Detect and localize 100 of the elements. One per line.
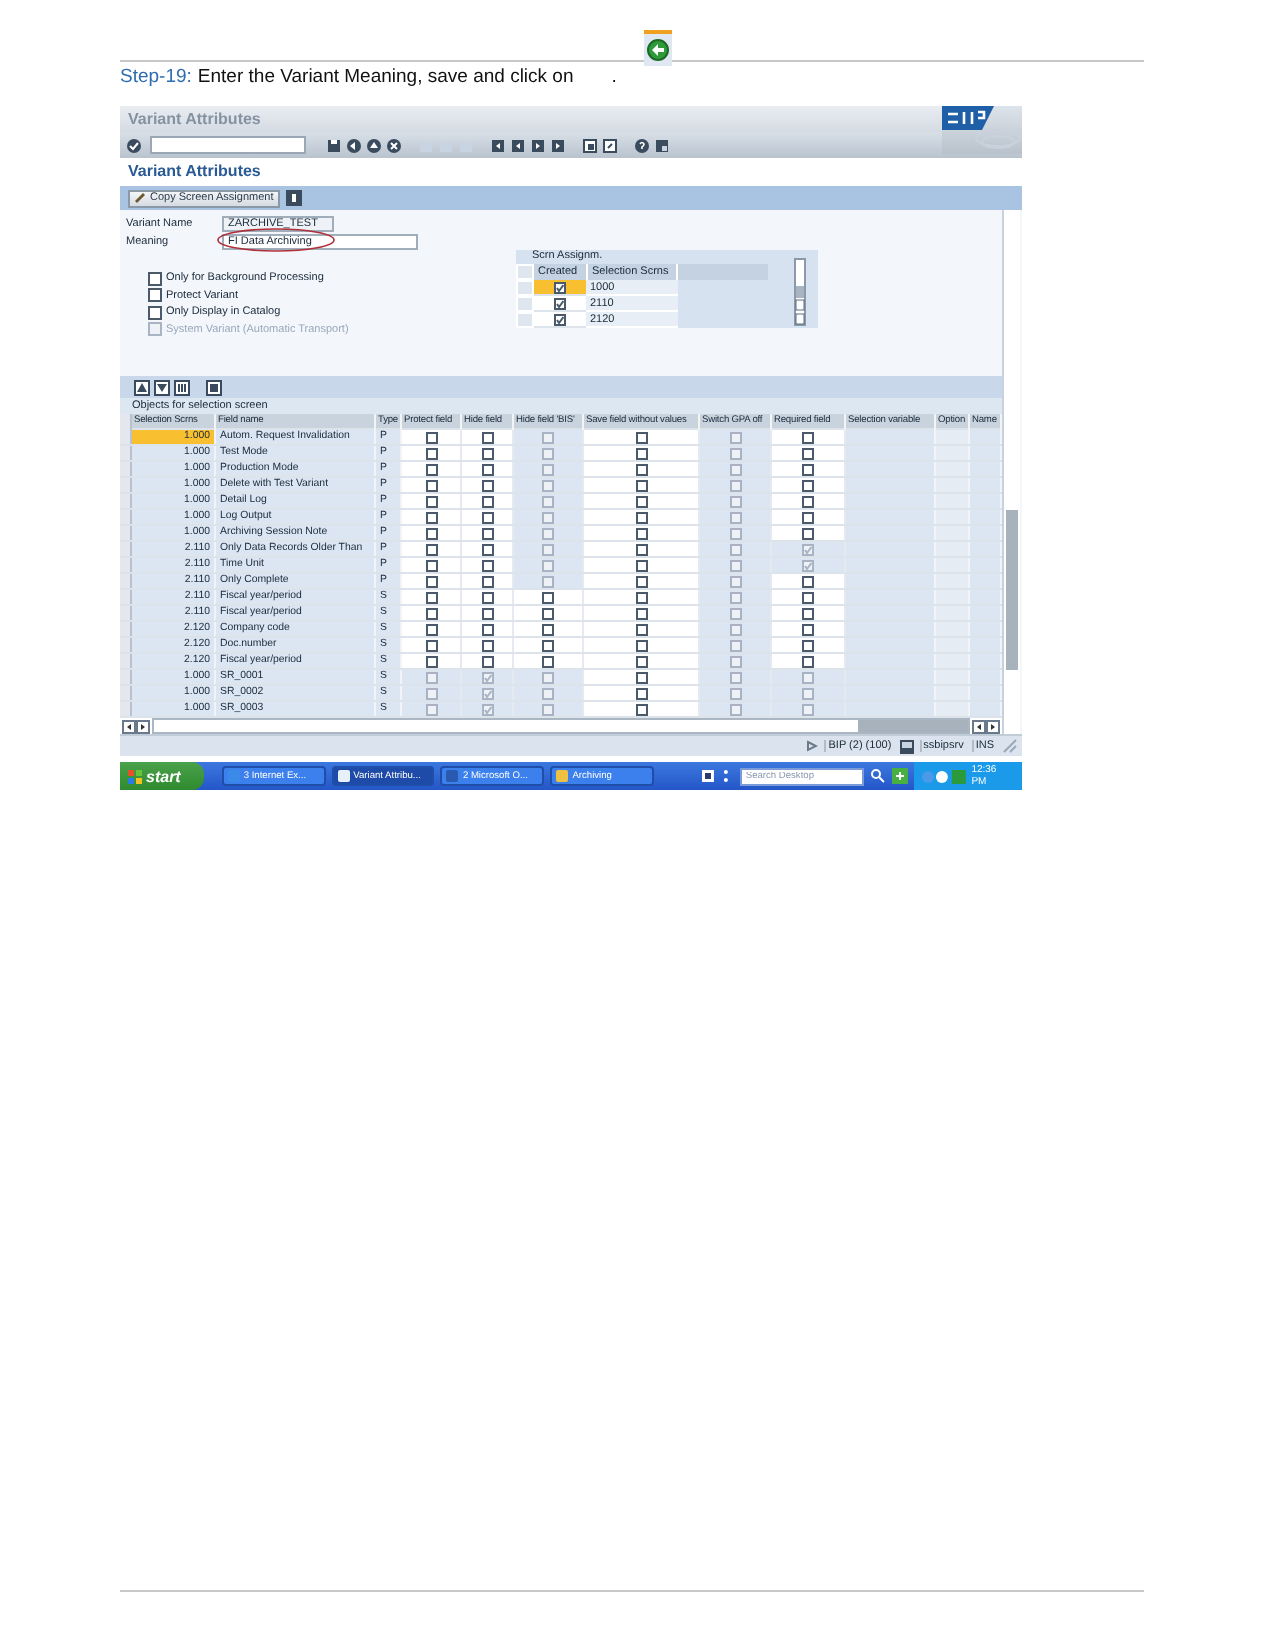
checkbox[interactable] bbox=[425, 591, 437, 603]
checkbox[interactable] bbox=[635, 671, 647, 683]
checkbox[interactable] bbox=[635, 575, 647, 587]
checkbox[interactable] bbox=[542, 607, 554, 619]
checkbox[interactable] bbox=[635, 607, 647, 619]
checkbox[interactable] bbox=[802, 479, 814, 491]
horizontal-scrollbar[interactable] bbox=[152, 718, 970, 734]
checkbox[interactable] bbox=[425, 527, 437, 539]
columns-icon[interactable] bbox=[174, 379, 190, 395]
checkbox[interactable] bbox=[481, 559, 493, 571]
last-page-icon[interactable] bbox=[550, 137, 566, 153]
checkbox[interactable] bbox=[635, 511, 647, 523]
checkbox[interactable] bbox=[802, 495, 814, 507]
checkbox[interactable] bbox=[635, 655, 647, 667]
checkbox[interactable] bbox=[481, 623, 493, 635]
checkbox[interactable] bbox=[481, 511, 493, 523]
back-icon[interactable] bbox=[346, 137, 362, 153]
checkbox[interactable] bbox=[554, 297, 566, 309]
checkbox[interactable] bbox=[425, 607, 437, 619]
triangle-icon[interactable] bbox=[806, 740, 819, 752]
checkbox[interactable] bbox=[481, 463, 493, 475]
checkbox[interactable] bbox=[635, 623, 647, 635]
checkbox[interactable] bbox=[425, 495, 437, 507]
command-field[interactable] bbox=[150, 136, 306, 154]
previous-page-icon[interactable] bbox=[510, 137, 526, 153]
help-icon[interactable] bbox=[634, 137, 650, 153]
checkbox[interactable] bbox=[481, 447, 493, 459]
scroll-arrows-icon[interactable] bbox=[972, 719, 1000, 733]
checkbox[interactable] bbox=[802, 591, 814, 603]
checkbox[interactable] bbox=[148, 288, 162, 303]
next-page-icon[interactable] bbox=[530, 137, 546, 153]
scrollbar[interactable] bbox=[794, 258, 806, 326]
check-icon[interactable] bbox=[126, 137, 142, 153]
checkbox[interactable] bbox=[635, 687, 647, 699]
checkbox[interactable] bbox=[635, 527, 647, 539]
checkbox[interactable] bbox=[802, 463, 814, 475]
checkbox[interactable] bbox=[542, 591, 554, 603]
search-icon[interactable] bbox=[869, 768, 886, 784]
sort-up-icon[interactable] bbox=[134, 379, 150, 395]
checkbox[interactable] bbox=[425, 463, 437, 475]
checkbox[interactable] bbox=[635, 431, 647, 443]
checkbox[interactable] bbox=[635, 703, 647, 715]
first-page-icon[interactable] bbox=[490, 137, 506, 153]
checkbox[interactable] bbox=[481, 495, 493, 507]
checkbox[interactable] bbox=[802, 655, 814, 667]
resize-grip-icon[interactable] bbox=[1002, 738, 1018, 754]
checkbox[interactable] bbox=[425, 623, 437, 635]
checkbox[interactable] bbox=[635, 447, 647, 459]
checkbox[interactable] bbox=[425, 479, 437, 491]
checkbox[interactable] bbox=[425, 543, 437, 555]
checkbox[interactable] bbox=[802, 639, 814, 651]
checkbox[interactable] bbox=[635, 479, 647, 491]
checkbox[interactable] bbox=[802, 431, 814, 443]
checkbox[interactable] bbox=[481, 591, 493, 603]
checkbox[interactable] bbox=[802, 607, 814, 619]
checkbox[interactable] bbox=[481, 479, 493, 491]
shortcut-icon[interactable] bbox=[602, 137, 618, 153]
checkbox[interactable] bbox=[481, 607, 493, 619]
checkbox[interactable] bbox=[481, 527, 493, 539]
checkbox[interactable] bbox=[554, 313, 566, 325]
checkbox[interactable] bbox=[481, 655, 493, 667]
checkbox[interactable] bbox=[635, 543, 647, 555]
checkbox[interactable] bbox=[148, 271, 162, 286]
checkbox[interactable] bbox=[802, 623, 814, 635]
checkbox[interactable] bbox=[635, 559, 647, 571]
checkbox[interactable] bbox=[802, 575, 814, 587]
page-icon[interactable] bbox=[206, 379, 222, 395]
save-icon[interactable] bbox=[326, 137, 342, 153]
checkbox[interactable] bbox=[481, 543, 493, 555]
checkbox[interactable] bbox=[425, 575, 437, 587]
info-icon[interactable] bbox=[285, 190, 302, 206]
checkbox[interactable] bbox=[542, 623, 554, 635]
checkbox[interactable] bbox=[802, 527, 814, 539]
checkbox[interactable] bbox=[425, 511, 437, 523]
checkbox[interactable] bbox=[481, 431, 493, 443]
checkbox[interactable] bbox=[481, 639, 493, 651]
vertical-scrollbar[interactable] bbox=[1002, 210, 1020, 734]
checkbox[interactable] bbox=[635, 639, 647, 651]
column-scroll-icon[interactable] bbox=[122, 719, 150, 733]
checkbox[interactable] bbox=[481, 575, 493, 587]
checkbox[interactable] bbox=[635, 463, 647, 475]
start-button[interactable]: start bbox=[120, 762, 204, 790]
tray-icons-drawing[interactable] bbox=[921, 769, 966, 783]
layout-icon[interactable] bbox=[654, 137, 670, 153]
filter-icon[interactable] bbox=[154, 379, 170, 395]
checkbox[interactable] bbox=[802, 511, 814, 523]
checkbox[interactable] bbox=[542, 639, 554, 651]
checkbox[interactable] bbox=[802, 447, 814, 459]
checkbox[interactable] bbox=[542, 655, 554, 667]
checkbox[interactable] bbox=[635, 591, 647, 603]
checkbox[interactable] bbox=[425, 655, 437, 667]
checkbox[interactable] bbox=[554, 281, 566, 293]
cancel-icon[interactable] bbox=[386, 137, 402, 153]
plus-icon[interactable] bbox=[891, 768, 908, 784]
checkbox[interactable] bbox=[425, 431, 437, 443]
checkbox[interactable] bbox=[635, 495, 647, 507]
new-session-icon[interactable] bbox=[582, 137, 598, 153]
checkbox[interactable] bbox=[425, 559, 437, 571]
checkbox[interactable] bbox=[148, 305, 162, 320]
up-icon[interactable] bbox=[366, 137, 382, 153]
